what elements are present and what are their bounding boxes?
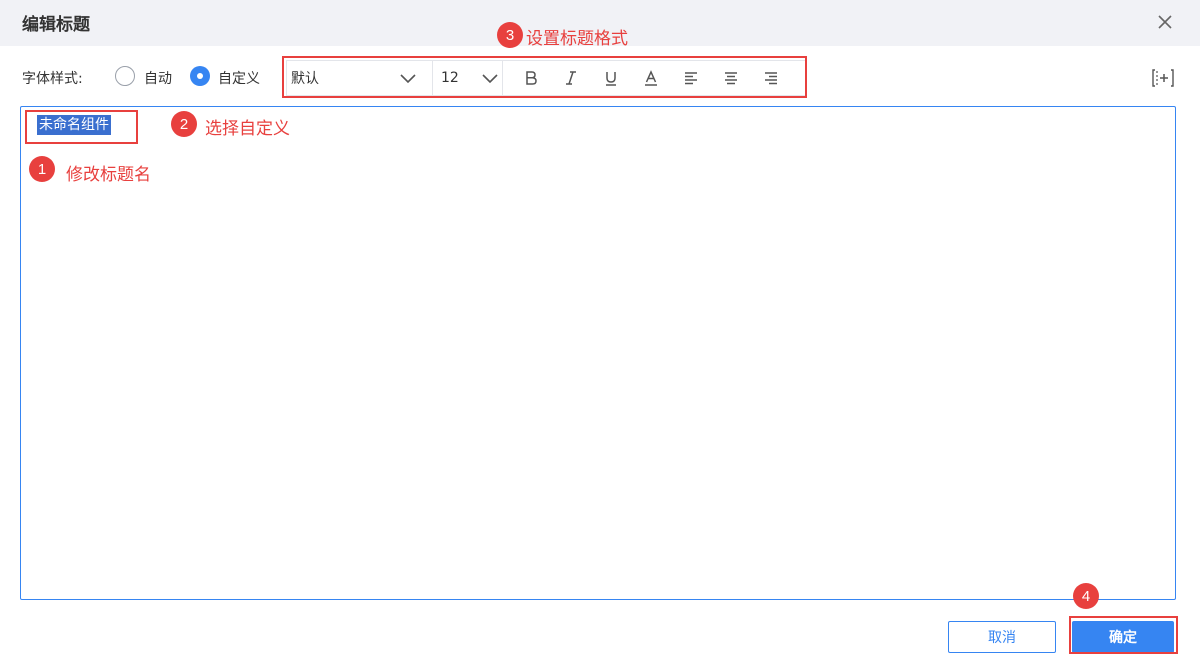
title-text-selected[interactable]: 未命名组件 <box>37 115 111 135</box>
font-family-value: 默认 <box>291 71 319 87</box>
align-right-icon[interactable] <box>759 67 783 89</box>
insert-field-icon[interactable] <box>1151 67 1175 89</box>
radio-auto-label[interactable]: 自动 <box>144 68 172 88</box>
font-color-icon[interactable] <box>639 67 663 89</box>
align-left-icon[interactable] <box>679 67 703 89</box>
italic-icon[interactable] <box>559 67 583 89</box>
chevron-down-icon <box>399 69 417 91</box>
chevron-down-icon <box>481 69 499 91</box>
title-editor[interactable]: 未命名组件 <box>20 106 1176 600</box>
cancel-button[interactable]: 取消 <box>948 621 1056 653</box>
radio-custom-label[interactable]: 自定义 <box>218 68 260 88</box>
radio-custom[interactable] <box>190 66 210 86</box>
font-size-select[interactable]: 12 <box>433 61 503 95</box>
annotation-badge-2: 2 <box>171 111 197 137</box>
ok-button[interactable]: 确定 <box>1072 621 1174 653</box>
font-size-value: 12 <box>441 70 459 86</box>
annotation-badge-3: 3 <box>497 22 523 48</box>
underline-icon[interactable] <box>599 67 623 89</box>
annotation-badge-1: 1 <box>29 156 55 182</box>
annotation-text-2: 选择自定义 <box>205 119 290 139</box>
format-toolbar: 默认 12 <box>286 60 806 96</box>
bold-icon[interactable] <box>519 67 543 89</box>
annotation-text-1: 修改标题名 <box>66 165 151 185</box>
annotation-badge-4: 4 <box>1073 583 1099 609</box>
close-icon[interactable] <box>1154 11 1176 33</box>
font-family-select[interactable]: 默认 <box>287 61 433 95</box>
dialog-title: 编辑标题 <box>22 15 90 35</box>
align-center-icon[interactable] <box>719 67 743 89</box>
radio-auto[interactable] <box>115 66 135 86</box>
font-style-label: 字体样式: <box>22 71 83 87</box>
annotation-text-3: 设置标题格式 <box>526 29 628 49</box>
